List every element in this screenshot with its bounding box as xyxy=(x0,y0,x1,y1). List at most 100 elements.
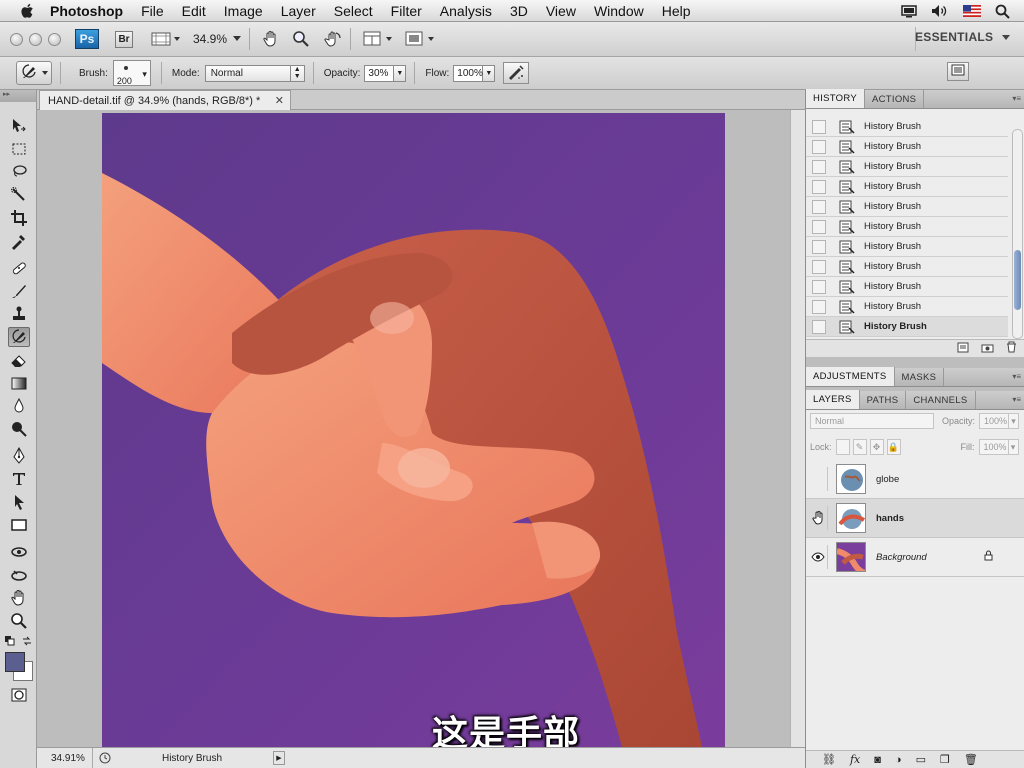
tools-panel-grip[interactable]: ▸▸ xyxy=(0,90,36,102)
3d-orbit-tool-icon[interactable] xyxy=(8,565,30,585)
panel-menu-icon[interactable]: ▾≡ xyxy=(1012,395,1021,404)
history-source-checkbox[interactable] xyxy=(812,239,826,254)
history-source-checkbox[interactable] xyxy=(812,279,826,294)
document-canvas[interactable] xyxy=(102,113,725,747)
history-state-row[interactable]: History Brush xyxy=(806,237,1008,257)
spotlight-search-icon[interactable] xyxy=(995,4,1010,19)
eyedropper-tool-icon[interactable] xyxy=(8,231,30,251)
visibility-toggle[interactable] xyxy=(809,467,828,491)
apple-icon[interactable] xyxy=(20,3,36,19)
workspace-switcher[interactable]: ESSENTIALS xyxy=(915,30,1010,44)
create-snapshot-icon[interactable] xyxy=(981,342,994,356)
opacity-slider-button[interactable]: ▼ xyxy=(394,64,407,82)
blend-mode-select[interactable]: Normal xyxy=(810,413,934,429)
menu-edit[interactable]: Edit xyxy=(173,3,215,19)
history-state-row[interactable]: History Brush xyxy=(806,137,1008,157)
menu-filter[interactable]: Filter xyxy=(382,3,431,19)
panel-menu-icon[interactable]: ▾≡ xyxy=(1012,94,1021,103)
rotate-view-tool-icon[interactable] xyxy=(322,30,342,48)
view-extras-icon[interactable] xyxy=(151,31,181,47)
history-state-row[interactable]: History Brush xyxy=(806,157,1008,177)
volume-icon[interactable] xyxy=(931,4,949,18)
layer-style-icon[interactable]: fx xyxy=(850,753,860,766)
layer-row-globe[interactable]: globe xyxy=(806,460,1024,499)
link-layers-icon[interactable]: ⛓ xyxy=(822,753,836,766)
window-close-button[interactable] xyxy=(10,32,23,46)
dodge-tool-icon[interactable] xyxy=(8,419,30,439)
lock-position-icon[interactable]: ✥ xyxy=(869,439,884,455)
mode-select[interactable]: Normal ▲ ▼ xyxy=(204,64,305,82)
window-minimize-button[interactable] xyxy=(29,32,42,46)
crop-tool-icon[interactable] xyxy=(8,208,30,228)
history-source-checkbox[interactable] xyxy=(812,159,826,174)
flow-field[interactable]: 100% xyxy=(453,64,484,82)
marquee-tool-icon[interactable] xyxy=(8,139,30,159)
layer-opacity-arrow-icon[interactable]: ▾ xyxy=(1009,413,1020,429)
history-source-checkbox[interactable] xyxy=(812,219,826,234)
swap-colors-icon[interactable] xyxy=(22,636,32,646)
document-tab[interactable]: HAND-detail.tif @ 34.9% (hands, RGB/8*) … xyxy=(39,90,291,110)
history-scrollbar[interactable] xyxy=(1012,129,1023,339)
type-tool-icon[interactable] xyxy=(8,469,30,489)
arrange-documents-icon[interactable] xyxy=(363,31,393,47)
tool-preset-picker[interactable] xyxy=(16,61,52,85)
visibility-toggle[interactable] xyxy=(809,506,828,530)
history-state-row[interactable]: History Brush xyxy=(806,117,1008,137)
airbrush-toggle[interactable] xyxy=(503,62,530,84)
zoom-tool-icon[interactable] xyxy=(292,30,310,48)
display-icon[interactable] xyxy=(901,4,917,18)
menu-layer[interactable]: Layer xyxy=(272,3,325,19)
menu-window[interactable]: Window xyxy=(585,3,653,19)
history-source-checkbox[interactable] xyxy=(812,179,826,194)
layer-row-background[interactable]: Background xyxy=(806,538,1024,577)
menu-help[interactable]: Help xyxy=(653,3,700,19)
status-zoom[interactable]: 34.91% xyxy=(37,748,93,768)
layer-opacity-field[interactable]: 100% xyxy=(979,413,1010,429)
history-state-row[interactable]: History Brush xyxy=(806,297,1008,317)
quick-mask-icon[interactable] xyxy=(8,685,30,705)
move-tool-icon[interactable] xyxy=(8,116,30,136)
menu-image[interactable]: Image xyxy=(215,3,272,19)
eraser-tool-icon[interactable] xyxy=(8,350,30,370)
fill-arrow-icon[interactable]: ▾ xyxy=(1008,439,1019,455)
tab-adjustments[interactable]: ADJUSTMENTS xyxy=(806,367,895,386)
lock-image-icon[interactable]: ✎ xyxy=(852,439,867,455)
history-state-row[interactable]: History Brush xyxy=(806,257,1008,277)
menu-select[interactable]: Select xyxy=(325,3,382,19)
zoom-tool-icon[interactable] xyxy=(8,611,30,631)
rectangle-tool-icon[interactable] xyxy=(8,515,30,535)
tab-layers[interactable]: LAYERS xyxy=(806,390,860,409)
us-flag-icon[interactable] xyxy=(963,5,981,17)
panel-menu-icon[interactable]: ▾≡ xyxy=(1012,372,1021,381)
history-state-row[interactable]: History Brush xyxy=(806,177,1008,197)
tab-channels[interactable]: CHANNELS xyxy=(906,391,976,409)
eye-icon[interactable] xyxy=(809,545,828,569)
fill-field[interactable]: 100% xyxy=(978,439,1009,455)
history-source-checkbox[interactable] xyxy=(812,139,826,154)
brush-tool-icon[interactable] xyxy=(8,281,30,301)
trash-icon[interactable] xyxy=(1006,341,1017,356)
menu-analysis[interactable]: Analysis xyxy=(431,3,501,19)
path-selection-tool-icon[interactable] xyxy=(8,492,30,512)
history-brush-tool-icon[interactable] xyxy=(8,327,30,347)
gradient-tool-icon[interactable] xyxy=(8,373,30,393)
screen-mode-icon[interactable] xyxy=(405,31,435,47)
lasso-tool-icon[interactable] xyxy=(8,162,30,182)
flow-slider-button[interactable]: ▼ xyxy=(483,64,496,82)
history-source-checkbox[interactable] xyxy=(812,259,826,274)
history-state-row[interactable]: History Brush xyxy=(806,277,1008,297)
vertical-scrollbar[interactable] xyxy=(790,110,805,747)
history-state-row[interactable]: History Brush xyxy=(806,217,1008,237)
history-source-checkbox[interactable] xyxy=(812,119,826,134)
hand-tool-icon[interactable] xyxy=(8,588,30,608)
blur-tool-icon[interactable] xyxy=(8,396,30,416)
history-source-checkbox[interactable] xyxy=(812,199,826,214)
new-document-from-state-icon[interactable] xyxy=(957,342,969,356)
menu-file[interactable]: File xyxy=(132,3,173,19)
adjustment-layer-icon[interactable]: ◑ xyxy=(895,754,902,766)
tab-history[interactable]: HISTORY xyxy=(806,89,865,108)
history-source-checkbox[interactable] xyxy=(812,299,826,314)
history-state-row[interactable]: History Brush xyxy=(806,317,1008,337)
default-colors-icon[interactable] xyxy=(5,636,15,646)
history-source-checkbox[interactable] xyxy=(812,319,826,334)
